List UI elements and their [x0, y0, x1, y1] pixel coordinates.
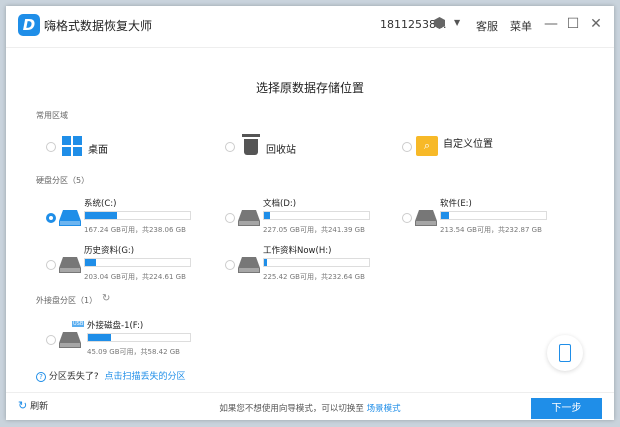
title-bar: D 嗨格式数据恢复大师 18112538... ▼ 客服 菜单 — ☐ ✕: [6, 6, 614, 48]
disk-size: 227.05 GB可用，共241.39 GB: [263, 226, 365, 234]
hard-drive-icon: [238, 210, 260, 226]
disk-usage-bar: [440, 211, 547, 220]
disk-item[interactable]: 系统(C:) 167.24 GB可用，共238.06 GB: [46, 197, 216, 241]
disk-radio[interactable]: [46, 213, 56, 223]
disk-name: 软件(E:): [440, 199, 472, 209]
hard-drive-icon: [59, 257, 81, 273]
app-window: D 嗨格式数据恢复大师 18112538... ▼ 客服 菜单 — ☐ ✕ 选择…: [6, 6, 614, 420]
mode-hint-text: 如果您不想使用向导模式，可以切换至: [219, 404, 364, 414]
disk-radio[interactable]: [46, 260, 56, 270]
desktop-radio[interactable]: [46, 142, 56, 152]
disk-radio[interactable]: [225, 260, 235, 270]
disk-item[interactable]: 工作资料Now(H:) 225.42 GB可用，共232.64 GB: [225, 244, 395, 288]
disk-name: 系统(C:): [84, 199, 117, 209]
disk-usage-bar: [84, 211, 191, 220]
disk-item[interactable]: 历史资料(G:) 203.04 GB可用，共224.61 GB: [46, 244, 216, 288]
page-title: 选择原数据存储位置: [255, 81, 364, 95]
disk-radio[interactable]: [46, 335, 56, 345]
usb-drive-icon: [59, 332, 81, 348]
app-title: 嗨格式数据恢复大师: [44, 19, 153, 33]
help-icon: ?: [36, 372, 46, 382]
disk-name: 工作资料Now(H:): [263, 246, 332, 256]
hard-drive-icon: [59, 210, 81, 226]
recycle-bin-label[interactable]: 回收站: [266, 141, 296, 156]
refresh-external-icon[interactable]: ↻: [102, 293, 110, 304]
custom-location-label[interactable]: 自定义位置: [443, 135, 493, 150]
maximize-icon[interactable]: ☐: [564, 15, 582, 33]
recycle-bin-icon: [242, 134, 260, 156]
external-section-label: 外接盘分区（1）: [36, 296, 98, 305]
close-icon[interactable]: ✕: [587, 15, 605, 33]
phone-icon: [559, 344, 571, 362]
phone-recovery-button[interactable]: [547, 335, 583, 371]
windows-icon: [62, 136, 82, 156]
disk-item[interactable]: 软件(E:) 213.54 GB可用，共232.87 GB: [402, 197, 572, 241]
account-dropdown-icon[interactable]: ▼: [454, 18, 460, 27]
menu-button[interactable]: 菜单: [510, 18, 532, 34]
mode-hint: 如果您不想使用向导模式，可以切换至 场景模式: [6, 402, 614, 414]
scan-lost-partition-link[interactable]: 点击扫描丢失的分区: [105, 372, 186, 382]
disk-size: 225.42 GB可用，共232.64 GB: [263, 273, 365, 281]
disk-size: 167.24 GB可用，共238.06 GB: [84, 226, 186, 234]
disk-name: 文档(D:): [263, 199, 297, 209]
disk-item[interactable]: USB 外接磁盘-1(F:) 45.09 GB可用，共58.42 GB: [46, 319, 216, 363]
recycle-bin-radio[interactable]: [225, 142, 235, 152]
disk-size: 203.04 GB可用，共224.61 GB: [84, 273, 186, 281]
usb-badge: USB: [72, 321, 85, 327]
minimize-icon[interactable]: —: [542, 15, 560, 33]
desktop-label[interactable]: 桌面: [88, 141, 108, 156]
disk-size: 213.54 GB可用，共232.87 GB: [440, 226, 542, 234]
disk-usage-bar: [263, 211, 370, 220]
disk-name: 历史资料(G:): [84, 246, 135, 256]
custom-location-radio[interactable]: [402, 142, 412, 152]
footer: ↻ 刷新 如果您不想使用向导模式，可以切换至 场景模式: [6, 392, 614, 420]
disk-section-label: 硬盘分区（5）: [36, 176, 90, 185]
disk-item[interactable]: 文档(D:) 227.05 GB可用，共241.39 GB: [225, 197, 395, 241]
app-logo: D: [18, 14, 40, 36]
disk-usage-bar: [263, 258, 370, 267]
folder-search-icon: ⌕: [416, 136, 438, 156]
common-section-label: 常用区域: [36, 111, 68, 120]
disk-size: 45.09 GB可用，共58.42 GB: [87, 348, 180, 356]
scene-mode-link[interactable]: 场景模式: [367, 404, 401, 414]
disk-usage-bar: [87, 333, 191, 342]
disk-name: 外接磁盘-1(F:): [87, 321, 144, 331]
lost-partition-row: ? 分区丢失了? 点击扫描丢失的分区: [36, 369, 186, 382]
disk-usage-bar: [84, 258, 191, 267]
hard-drive-icon: [415, 210, 437, 226]
disk-radio[interactable]: [402, 213, 412, 223]
hard-drive-icon: [238, 257, 260, 273]
lost-partition-question: 分区丢失了?: [48, 372, 99, 382]
support-button[interactable]: 客服: [476, 18, 498, 34]
disk-radio[interactable]: [225, 213, 235, 223]
next-button[interactable]: 下一步: [531, 398, 602, 419]
